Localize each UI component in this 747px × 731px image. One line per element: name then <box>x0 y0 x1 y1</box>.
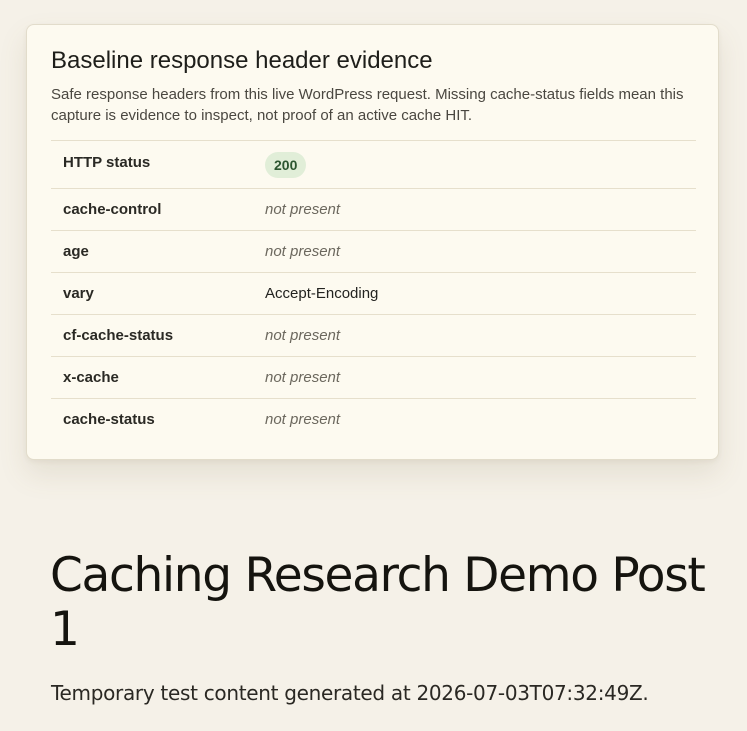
header-key: x-cache <box>63 369 119 386</box>
header-key: vary <box>63 285 94 302</box>
evidence-card-title: Baseline response header evidence <box>51 47 433 74</box>
header-table: HTTP status 200 cache-control not presen… <box>51 140 696 440</box>
post-title: Caching Research Demo Post 1 <box>50 548 706 657</box>
header-value: not present <box>265 201 341 218</box>
evidence-card-description: Safe response headers from this live Wor… <box>51 86 684 124</box>
header-row-age: age not present <box>51 231 696 273</box>
header-value: Accept-Encoding <box>265 285 379 302</box>
header-row-vary: vary Accept-Encoding <box>51 273 696 315</box>
header-value: not present <box>265 411 341 428</box>
header-evidence-card: Baseline response header evidence Safe r… <box>26 24 719 460</box>
header-row-cache-control: cache-control not present <box>51 189 696 231</box>
header-value: not present <box>265 327 341 344</box>
post-excerpt: Temporary test content generated at 2026… <box>51 681 649 705</box>
header-row-http-status: HTTP status 200 <box>51 141 696 189</box>
header-value: not present <box>265 243 341 260</box>
header-key: cache-control <box>63 201 162 218</box>
header-key: HTTP status <box>63 154 151 171</box>
header-value: not present <box>265 369 341 386</box>
header-key: age <box>63 243 89 260</box>
header-row-x-cache: x-cache not present <box>51 357 696 399</box>
header-row-cf-cache-status: cf-cache-status not present <box>51 315 696 357</box>
header-row-cache-status: cache-status not present <box>51 399 696 440</box>
header-key: cf-cache-status <box>63 327 174 344</box>
status-badge: 200 <box>265 152 307 178</box>
header-key: cache-status <box>63 411 155 428</box>
